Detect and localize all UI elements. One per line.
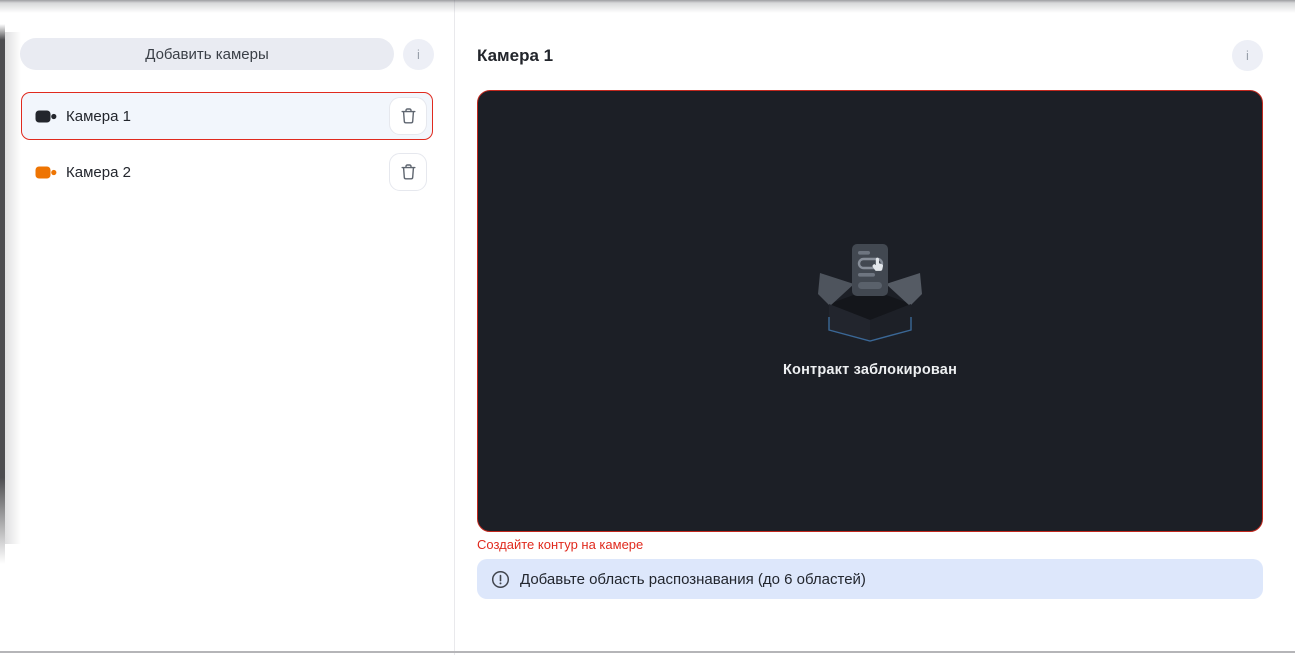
alert-circle-icon <box>491 570 510 588</box>
recognition-area-banner: Добавьте область распознавания (до 6 обл… <box>477 559 1263 599</box>
trash-icon <box>401 164 415 180</box>
open-box-illustration <box>818 244 922 342</box>
delete-camera-button[interactable] <box>389 97 427 135</box>
camera-settings-panel: Добавить камеры i Камера 1 Камера 2 Каме… <box>0 0 1295 655</box>
camera-list: Камера 1 Камера 2 <box>20 92 434 196</box>
camera-sidebar: Добавить камеры i Камера 1 Камера 2 <box>0 0 455 655</box>
blocked-message: Контракт заблокирован <box>782 362 958 378</box>
video-camera-icon <box>35 110 57 122</box>
camera-detail-panel: Камера 1 i Контракт заблокирован Создайт… <box>455 0 1295 655</box>
sidebar-info-button[interactable]: i <box>403 38 434 70</box>
camera-info-button[interactable]: i <box>1232 40 1263 71</box>
camera-name: Камера 2 <box>66 163 131 181</box>
blocked-placeholder: Контракт заблокирован <box>783 244 957 378</box>
delete-camera-button[interactable] <box>389 153 427 191</box>
video-camera-icon <box>35 166 57 178</box>
contour-error-text: Создайте контур на камере <box>477 537 644 552</box>
page-title: Камера 1 <box>477 45 554 65</box>
content-header: Камера 1 i <box>477 40 1263 71</box>
camera-list-item-2[interactable]: Камера 2 <box>21 148 433 196</box>
add-cameras-button[interactable]: Добавить камеры <box>20 38 394 70</box>
trash-icon <box>401 108 415 124</box>
sidebar-header: Добавить камеры i <box>20 38 434 70</box>
camera-view-area[interactable]: Контракт заблокирован <box>477 90 1263 532</box>
camera-list-item-1[interactable]: Камера 1 <box>21 92 433 140</box>
camera-name: Камера 1 <box>66 107 131 125</box>
banner-text: Добавьте область распознавания (до 6 обл… <box>520 570 866 588</box>
